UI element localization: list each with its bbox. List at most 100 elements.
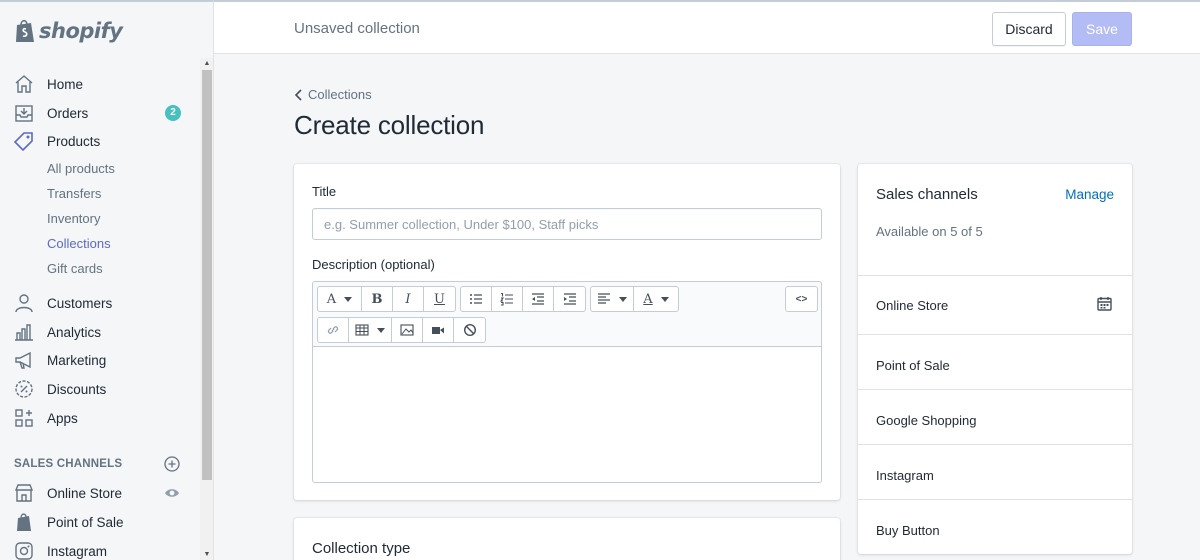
text-style-group: A B I U: [317, 286, 456, 312]
nav-apps[interactable]: Apps: [0, 405, 200, 431]
nav-analytics-label: Analytics: [47, 324, 102, 340]
breadcrumb-collections[interactable]: Collections: [294, 87, 372, 102]
channel-name: Buy Button: [876, 523, 940, 538]
bold-button[interactable]: B: [362, 287, 393, 311]
nav-all-products[interactable]: All products: [47, 161, 115, 176]
scroll-up-arrow-icon[interactable]: ▲: [202, 59, 212, 69]
nav-collections[interactable]: Collections: [47, 236, 111, 251]
video-icon: [432, 327, 444, 334]
nav-marketing[interactable]: Marketing: [0, 347, 200, 373]
channel-name: Online Store: [876, 298, 949, 313]
instagram-icon: [14, 541, 34, 560]
collection-type-title: Collection type: [312, 540, 411, 557]
show-html-button[interactable]: <>: [786, 287, 817, 311]
nav-inventory[interactable]: Inventory: [47, 211, 100, 226]
manage-channels-link[interactable]: Manage: [1065, 187, 1114, 202]
add-channel-icon[interactable]: [164, 456, 180, 472]
collection-type-card: Collection type: [294, 518, 840, 560]
brand-name: shopify: [39, 19, 123, 43]
insert-video-button[interactable]: [423, 318, 454, 342]
font-style-button[interactable]: A: [318, 287, 362, 311]
code-icon: <>: [795, 293, 808, 305]
orders-icon: [14, 103, 34, 123]
discount-icon: [14, 379, 34, 399]
nav-discounts[interactable]: Discounts: [0, 376, 200, 402]
clear-formatting-button[interactable]: [454, 318, 485, 342]
nav-analytics[interactable]: Analytics: [0, 319, 200, 345]
sidebar-scroll-thumb[interactable]: [202, 70, 212, 480]
orders-count-badge: 2: [165, 105, 181, 121]
nav-gift-cards[interactable]: Gift cards: [47, 261, 103, 276]
rich-text-editor: A B I U A <>: [312, 281, 822, 483]
underline-icon: U: [434, 291, 445, 307]
description-textarea[interactable]: [313, 348, 821, 482]
numbered-list-button[interactable]: [492, 287, 523, 311]
nav-transfers[interactable]: Transfers: [47, 186, 101, 201]
align-dropdown-button[interactable]: [591, 287, 634, 311]
chevron-down-icon: [344, 296, 353, 302]
insert-link-button[interactable]: [318, 318, 349, 342]
channel-row-point-of-sale: Point of Sale: [858, 335, 1132, 390]
nav-instagram[interactable]: Instagram: [0, 538, 200, 560]
table-icon: [355, 324, 369, 336]
text-color-icon: A: [643, 291, 653, 307]
chevron-down-icon: [377, 327, 385, 333]
nav-orders[interactable]: Orders 2: [0, 100, 200, 126]
text-color-dropdown-button[interactable]: A: [634, 287, 678, 311]
page-title: Create collection: [294, 110, 485, 140]
shopify-logo[interactable]: shopify: [14, 16, 123, 46]
insert-table-button[interactable]: [349, 318, 392, 342]
nav-products[interactable]: Products: [0, 128, 200, 154]
nav-marketing-label: Marketing: [47, 352, 107, 368]
save-button[interactable]: Save: [1072, 12, 1132, 46]
store-icon: [14, 483, 34, 503]
nav-home-label: Home: [47, 76, 84, 92]
font-a-icon: A: [326, 291, 337, 307]
sidebar: shopify Home Orders 2 Products All produ…: [0, 0, 214, 560]
calendar-icon[interactable]: [1097, 296, 1112, 311]
nav-instagram-label: Instagram: [47, 543, 108, 559]
italic-button[interactable]: I: [393, 287, 424, 311]
person-icon: [14, 293, 34, 313]
link-icon: [327, 326, 339, 334]
indent-button[interactable]: [554, 287, 585, 311]
sales-channels-heading: SALES CHANNELS: [14, 458, 123, 470]
view-store-eye-icon[interactable]: [164, 486, 180, 500]
nav-point-of-sale[interactable]: Point of Sale: [0, 509, 200, 535]
nav-online-store-label: Online Store: [47, 485, 123, 501]
outdent-button[interactable]: [523, 287, 554, 311]
nav-products-label: Products: [47, 133, 101, 149]
tag-icon: [14, 131, 34, 151]
insert-group: [317, 317, 486, 343]
nav-home[interactable]: Home: [0, 71, 200, 97]
channel-name: Point of Sale: [876, 358, 950, 373]
description-field-label: Description (optional): [312, 257, 435, 272]
scroll-down-arrow-icon[interactable]: ▼: [202, 550, 212, 560]
pos-icon: [14, 512, 34, 532]
nav-point-of-sale-label: Point of Sale: [47, 514, 124, 530]
apps-icon: [14, 408, 34, 428]
nav-customers[interactable]: Customers: [0, 290, 200, 316]
clear-formatting-icon: [463, 323, 476, 337]
numbered-list-icon: [500, 292, 513, 306]
sales-channels-card: Sales channels Manage Available on 5 of …: [858, 164, 1132, 554]
list-group: [460, 286, 586, 312]
underline-button[interactable]: U: [424, 287, 455, 311]
top-bar: Unsaved collection Discard Save: [214, 0, 1200, 54]
source-group: <>: [785, 286, 818, 312]
nav-apps-label: Apps: [47, 410, 78, 426]
chevron-down-icon: [660, 296, 669, 302]
bar-chart-icon: [14, 322, 34, 342]
channel-row-buy-button: Buy Button: [858, 500, 1132, 555]
image-icon: [400, 324, 414, 336]
bulleted-list-button[interactable]: [461, 287, 492, 311]
discard-button[interactable]: Discard: [992, 12, 1066, 46]
indent-icon: [563, 293, 576, 305]
channel-name: Instagram: [876, 468, 934, 483]
shopify-bag-icon: [16, 19, 34, 42]
channel-row-online-store: Online Store: [858, 276, 1132, 335]
chevron-left-icon: [294, 88, 302, 101]
insert-image-button[interactable]: [392, 318, 423, 342]
title-input[interactable]: [312, 208, 822, 240]
bold-icon: B: [371, 291, 383, 307]
